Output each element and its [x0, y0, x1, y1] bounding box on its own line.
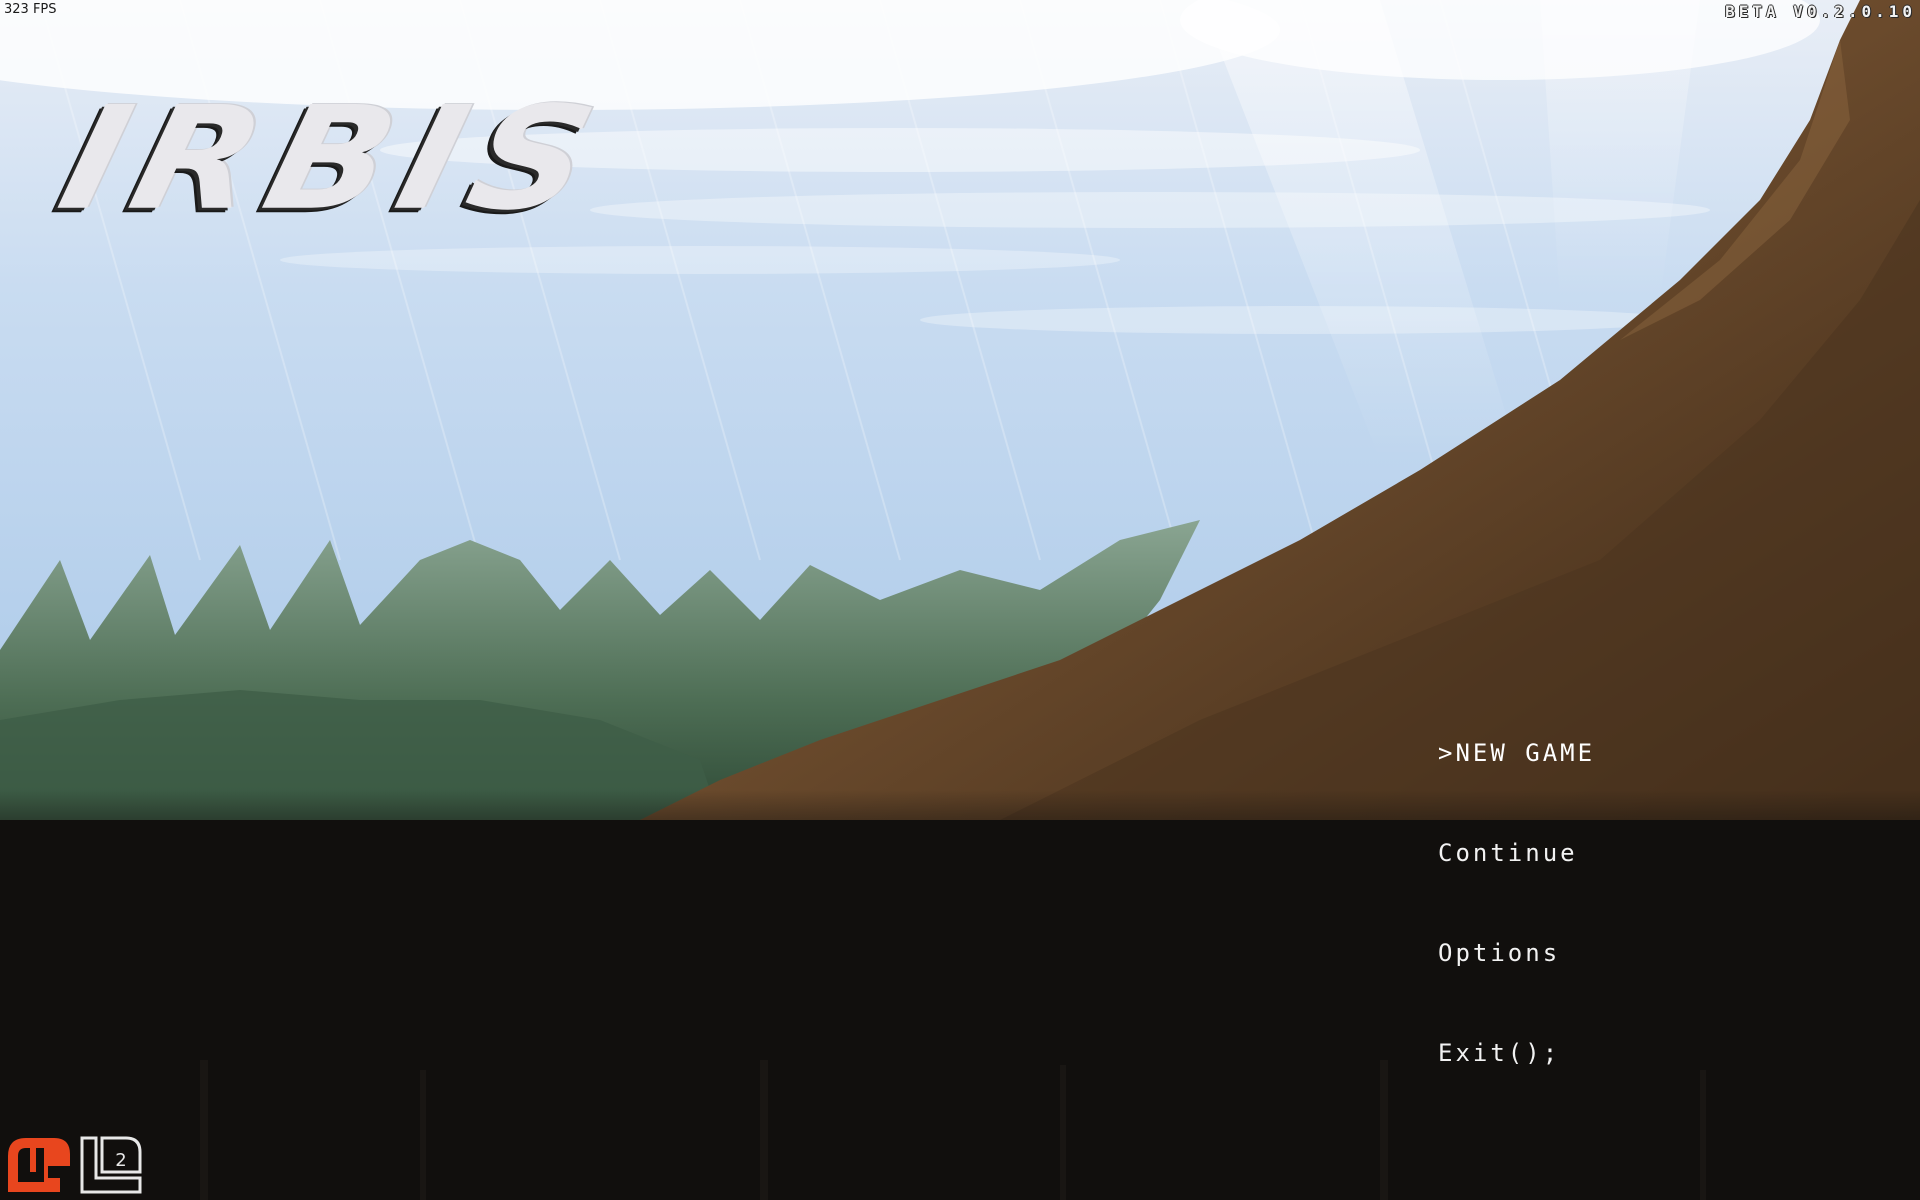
title-screen: 323 FPS BETA V0.2.0.10 IRBIS >NEW GAME C… [0, 0, 1920, 1200]
main-menu: >NEW GAME Continue Options Exit(); [1438, 736, 1838, 1136]
menu-item-continue[interactable]: Continue [1438, 836, 1838, 936]
menu-item-options[interactable]: Options [1438, 936, 1838, 1036]
svg-text:2: 2 [115, 1150, 126, 1171]
menu-item-exit[interactable]: Exit(); [1438, 1036, 1838, 1136]
game-title: IRBIS [45, 76, 621, 242]
fps-counter: 323 FPS [4, 2, 57, 17]
version-label: BETA V0.2.0.10 [1725, 2, 1916, 21]
monogame-logo-icon: 2 [8, 1136, 142, 1194]
menu-item-new-game[interactable]: >NEW GAME [1438, 736, 1838, 836]
